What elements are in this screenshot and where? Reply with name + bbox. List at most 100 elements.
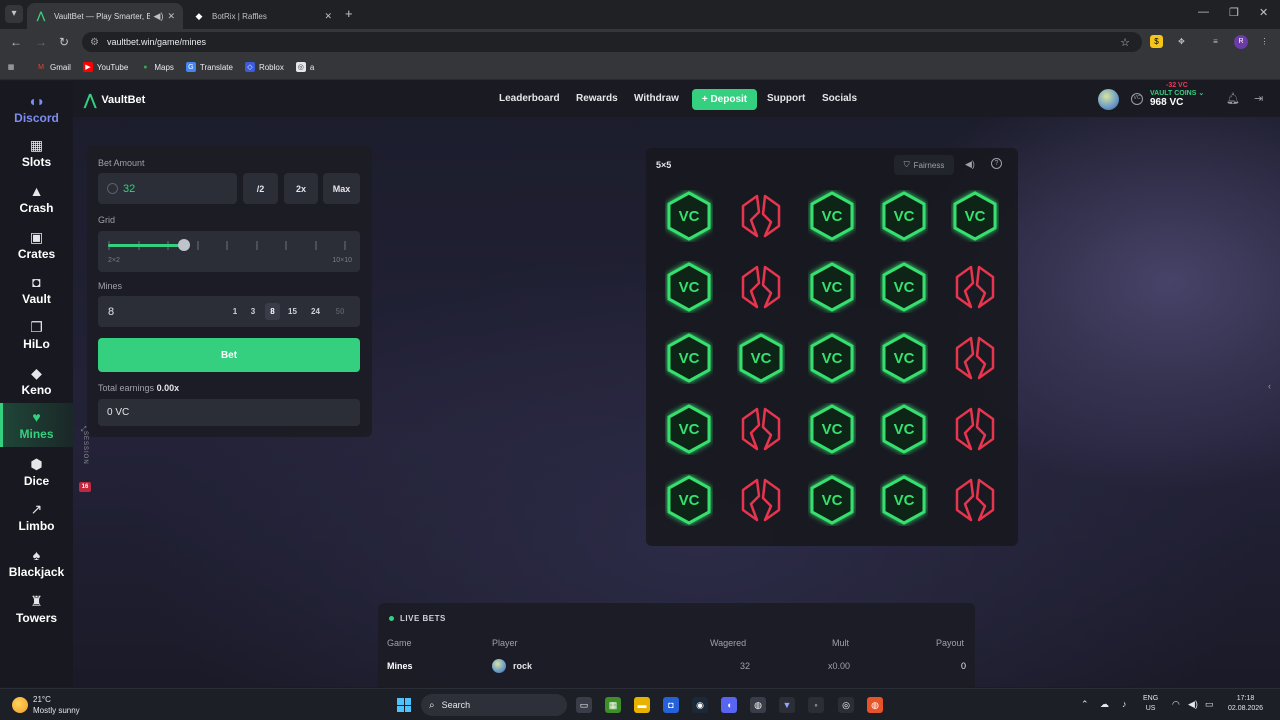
nav-rewards[interactable]: Rewards — [576, 93, 618, 104]
site-info-icon[interactable]: ⚙ — [90, 37, 99, 48]
mine-option[interactable]: 24 — [306, 303, 325, 320]
logout-icon[interactable]: ⇥ — [1254, 92, 1263, 105]
battery-icon[interactable]: ▭ — [1205, 699, 1214, 710]
volume-icon[interactable]: ◀) — [965, 159, 975, 170]
media-controls-icon[interactable]: ≡ — [1209, 35, 1222, 48]
bet-amount-input[interactable]: 32 — [98, 173, 237, 204]
deposit-button[interactable]: + Deposit — [692, 89, 757, 110]
tile-bomb[interactable] — [951, 474, 999, 526]
nav-leaderboard[interactable]: Leaderboard — [499, 93, 560, 104]
bet-button[interactable]: Bet — [98, 338, 360, 372]
sidebar-item-blackjack[interactable]: ♠ Blackjack — [0, 541, 73, 585]
tile-bomb[interactable] — [951, 332, 999, 384]
tile-gem[interactable]: VC — [880, 474, 928, 526]
tile-gem[interactable]: VC — [808, 403, 856, 455]
chevron-left-icon[interactable]: ‹ — [1268, 381, 1271, 391]
weather-desc[interactable]: Mostly sunny — [33, 706, 80, 715]
mine-option-selected[interactable]: 8 — [265, 303, 280, 320]
tile-gem[interactable]: VC — [808, 190, 856, 242]
language-indicator[interactable]: ENG US — [1143, 694, 1158, 714]
bookmark-roblox[interactable]: ◇ Roblox — [244, 62, 284, 72]
tile-bomb[interactable] — [951, 403, 999, 455]
bet-row-player[interactable]: rock — [513, 661, 532, 671]
tile-gem[interactable]: VC — [951, 190, 999, 242]
tile-gem[interactable]: VC — [665, 332, 713, 384]
tile-bomb[interactable] — [737, 261, 785, 313]
sidebar-item-mines[interactable]: ♥ Mines — [0, 403, 73, 447]
tile-gem[interactable]: VC — [880, 190, 928, 242]
tile-gem[interactable]: VC — [665, 474, 713, 526]
browser-menu-icon[interactable]: ⋮ — [1258, 35, 1271, 48]
sidebar-item-dice[interactable]: ⬢ Dice — [0, 450, 73, 494]
tile-gem[interactable]: VC — [880, 332, 928, 384]
address-bar[interactable]: ⚙ vaultbet.win/game/mines ☆ — [82, 32, 1142, 52]
taskbar-search[interactable]: ⌕ Search — [421, 694, 567, 716]
slider-handle[interactable] — [178, 239, 191, 251]
apps-icon[interactable]: ▦ — [6, 62, 20, 72]
bookmark-a[interactable]: ◎ a — [295, 62, 314, 72]
bookmark-maps[interactable]: ● Maps — [140, 62, 174, 72]
brand-logo[interactable]: ⋀ VaultBet — [84, 91, 145, 109]
help-icon[interactable]: ? — [991, 158, 1002, 169]
chrome-alt-icon[interactable]: ◍ — [867, 697, 883, 713]
tile-gem[interactable]: VC — [880, 403, 928, 455]
tile-bomb[interactable] — [737, 190, 785, 242]
vpn-icon[interactable]: ▼ — [779, 697, 795, 713]
tab-search-button[interactable]: ▾ — [5, 5, 23, 23]
tab-vaultbet[interactable]: ⋀ VaultBet — Play Smarter, Be ◀) ✕ — [27, 3, 183, 29]
bookmark-translate[interactable]: G Translate — [185, 62, 233, 72]
sidebar-item-keno[interactable]: ◆ Keno — [0, 359, 73, 403]
tile-gem[interactable]: VC — [808, 332, 856, 384]
extensions-puzzle-icon[interactable]: ✥ — [1175, 35, 1188, 48]
vault-coins-label[interactable]: VAULT COINS ⌄ — [1150, 89, 1204, 97]
wifi-icon[interactable]: ◠ — [1172, 699, 1180, 710]
user-avatar[interactable] — [1098, 89, 1119, 110]
forward-icon[interactable]: → — [35, 35, 47, 49]
bookmark-star-icon[interactable]: ☆ — [1120, 36, 1130, 49]
mine-option[interactable]: 15 — [284, 303, 301, 320]
tile-gem[interactable]: VC — [665, 403, 713, 455]
bookmark-youtube[interactable]: ▶ YouTube — [82, 62, 128, 72]
sidebar-item-slots[interactable]: ▦ Slots — [0, 131, 73, 175]
app-icon[interactable]: ◘ — [663, 697, 679, 713]
sidebar-item-hilo[interactable]: ❐ HiLo — [0, 313, 73, 357]
nav-socials[interactable]: Socials — [822, 93, 857, 104]
mines-count-input[interactable]: 8 1 3 8 15 24 50 — [98, 296, 360, 327]
close-tab-icon[interactable]: ✕ — [167, 11, 175, 22]
speaker-icon[interactable]: ◀) — [154, 11, 164, 22]
fairness-button[interactable]: ⛉ Fairness — [894, 155, 954, 175]
tray-overflow-icon[interactable]: ⌃ — [1081, 699, 1089, 710]
weather-sun-icon[interactable] — [12, 697, 28, 713]
task-view-icon[interactable]: ▭ — [576, 697, 592, 713]
tile-gem[interactable]: VC — [737, 332, 785, 384]
nav-support[interactable]: Support — [767, 93, 805, 104]
profile-avatar[interactable]: R — [1234, 35, 1248, 49]
tile-gem[interactable]: VC — [880, 261, 928, 313]
system-clock[interactable]: 17:18 02.08.2026 — [1228, 694, 1263, 714]
grid-size-slider[interactable]: 2×2 10×10 — [98, 231, 360, 272]
minimize-icon[interactable]: — — [1198, 6, 1209, 18]
steam-icon[interactable]: ◉ — [692, 697, 708, 713]
app-icon[interactable]: ◦ — [808, 697, 824, 713]
bell-icon[interactable]: 🔔︎ — [1226, 92, 1240, 105]
max-bet-button[interactable]: Max — [323, 173, 360, 204]
restore-icon[interactable]: ❐ — [1229, 6, 1239, 19]
reload-icon[interactable]: ↻ — [59, 35, 69, 49]
half-bet-button[interactable]: /2 — [243, 173, 278, 204]
new-tab-button[interactable]: + — [345, 6, 353, 21]
tile-bomb[interactable] — [951, 261, 999, 313]
tile-gem[interactable]: VC — [665, 190, 713, 242]
weather-temp[interactable]: 21°C — [33, 695, 51, 704]
tile-bomb[interactable] — [737, 474, 785, 526]
mine-option[interactable]: 1 — [228, 303, 242, 320]
nav-withdraw[interactable]: Withdraw — [634, 93, 679, 104]
bet-row-game[interactable]: Mines — [387, 661, 413, 671]
minecraft-icon[interactable]: ▦ — [605, 697, 621, 713]
tile-gem[interactable]: VC — [808, 261, 856, 313]
tile-gem[interactable]: VC — [808, 474, 856, 526]
tab-botrix[interactable]: ◆ BotRix | Raffles ✕ — [185, 3, 340, 29]
chrome-icon[interactable]: ◍ — [750, 697, 766, 713]
onedrive-icon[interactable]: ☁ — [1100, 699, 1109, 710]
record-icon[interactable]: ◎ — [838, 697, 854, 713]
discord-icon[interactable]: ◖ — [721, 697, 737, 713]
